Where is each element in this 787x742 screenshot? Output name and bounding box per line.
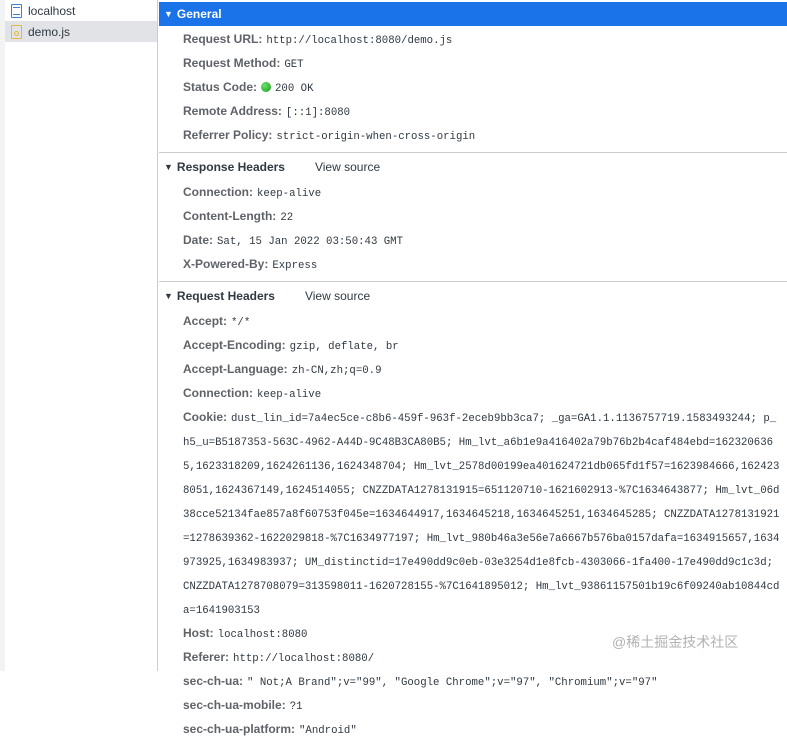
header-key: Accept-Language:: [183, 362, 288, 376]
header-value: localhost:8080: [217, 629, 308, 641]
response-headers-header[interactable]: ▼ Response Headers View source: [159, 153, 787, 181]
header-key: Cookie:: [183, 410, 228, 424]
header-value: 200 OK: [275, 83, 314, 95]
view-source-link[interactable]: View source: [315, 160, 380, 174]
header-row: X-Powered-By: Express: [159, 253, 787, 277]
view-source-link[interactable]: View source: [305, 289, 370, 303]
request-item-localhost[interactable]: localhost: [5, 0, 157, 21]
file-name: localhost: [28, 3, 76, 18]
header-key: Referrer Policy:: [183, 128, 273, 142]
general-header[interactable]: ▼ General: [159, 2, 787, 26]
header-value: GET: [284, 59, 304, 71]
header-key: Remote Address:: [183, 104, 282, 118]
header-row: Date: Sat, 15 Jan 2022 03:50:43 GMT: [159, 229, 787, 253]
header-row: Request Method: GET: [159, 52, 787, 76]
header-row: Accept-Language: zh-CN,zh;q=0.9: [159, 358, 787, 382]
header-key: sec-ch-ua-platform:: [183, 722, 296, 736]
header-row: Request URL: http://localhost:8080/demo.j…: [159, 28, 787, 52]
header-value: http://localhost:8080/: [233, 653, 375, 665]
section-title: Request Headers: [176, 289, 275, 303]
request-item-demo-js[interactable]: demo.js: [5, 21, 157, 42]
header-row: Referrer Policy: strict-origin-when-cross…: [159, 124, 787, 148]
watermark: @稀土掘金技术社区: [612, 634, 739, 650]
header-value: 22: [280, 212, 294, 224]
request-list: localhost demo.js: [0, 0, 158, 671]
header-value: ?1: [289, 701, 303, 713]
header-key: Connection:: [183, 185, 253, 199]
header-row: Content-Length: 22: [159, 205, 787, 229]
header-key: Host:: [183, 626, 214, 640]
header-value: http://localhost:8080/demo.js: [266, 35, 453, 47]
header-value: "Android": [299, 725, 357, 737]
header-row: Remote Address: [::1]:8080: [159, 100, 787, 124]
header-key: Status Code:: [183, 80, 258, 94]
header-value: keep-alive: [257, 188, 322, 200]
collapse-triangle-icon: ▼: [164, 162, 173, 172]
script-file-icon: [11, 24, 22, 39]
section-title: General: [176, 7, 222, 21]
response-headers-section: ▼ Response Headers View source Connection:…: [159, 153, 787, 282]
collapse-triangle-icon: ▼: [164, 9, 173, 19]
section-title: Response Headers: [176, 160, 285, 174]
cookie-row: Cookie: dust_lin_id=7a4ec5ce-c8b6-459f-96…: [159, 406, 781, 622]
header-key: X-Powered-By:: [183, 257, 269, 271]
header-key: Accept-Encoding:: [183, 338, 286, 352]
header-value: Express: [272, 260, 318, 272]
header-key: Date:: [183, 233, 214, 247]
header-key: sec-ch-ua:: [183, 674, 244, 688]
header-key: Content-Length:: [183, 209, 277, 223]
header-row: sec-ch-ua-mobile: ?1: [159, 694, 787, 718]
header-row: Accept-Encoding: gzip, deflate, br: [159, 334, 787, 358]
collapse-triangle-icon: ▼: [164, 291, 173, 301]
request-headers-header[interactable]: ▼ Request Headers View source: [159, 282, 787, 310]
header-row: sec-ch-ua-platform: "Android": [159, 718, 787, 742]
header-value: Sat, 15 Jan 2022 03:50:43 GMT: [217, 236, 404, 248]
header-key: Request Method:: [183, 56, 281, 70]
request-headers-section: ▼ Request Headers View source Accept: */* A…: [159, 282, 787, 742]
document-icon: [11, 3, 22, 18]
header-row: Connection: keep-alive: [159, 181, 787, 205]
header-value: zh-CN,zh;q=0.9: [291, 365, 382, 377]
header-value: [::1]:8080: [285, 107, 351, 119]
headers-panel: ▼ General Request URL: http://localhost:80…: [159, 0, 787, 742]
header-value: strict-origin-when-cross-origin: [276, 131, 476, 143]
header-key: Referer:: [183, 650, 230, 664]
header-key: Connection:: [183, 386, 253, 400]
header-value: keep-alive: [257, 389, 322, 401]
header-key: sec-ch-ua-mobile:: [183, 698, 286, 712]
header-row: Accept: */*: [159, 310, 787, 334]
header-value: " Not;A Brand";v="99", "Google Chrome";v…: [247, 677, 658, 689]
header-row: Connection: keep-alive: [159, 382, 787, 406]
header-value: */*: [231, 317, 251, 329]
header-row: sec-ch-ua: " Not;A Brand";v="99", "Google…: [159, 670, 787, 694]
file-name: demo.js: [28, 24, 71, 39]
header-value: gzip, deflate, br: [289, 341, 399, 353]
header-row: Status Code: 200 OK: [159, 76, 787, 100]
status-ok-icon: [261, 82, 272, 92]
general-section: ▼ General Request URL: http://localhost:80…: [159, 2, 787, 153]
header-key: Accept:: [183, 314, 228, 328]
header-value: dust_lin_id=7a4ec5ce-c8b6-459f-963f-2ece…: [183, 413, 780, 617]
header-key: Request URL:: [183, 32, 263, 46]
